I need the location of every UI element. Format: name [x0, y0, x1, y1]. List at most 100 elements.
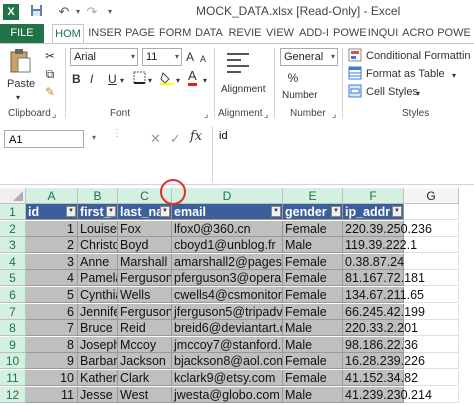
filter-dropdown-icon[interactable]: ▼ — [160, 206, 170, 217]
cell-first-name[interactable]: Bruce — [78, 320, 118, 337]
cell-gender[interactable]: Female — [283, 353, 343, 370]
column-header-d[interactable]: D — [172, 188, 283, 204]
redo-icon[interactable]: ↷ — [84, 4, 100, 20]
cell-id[interactable]: 10 — [26, 370, 78, 386]
cell-first-name[interactable]: Katherin — [78, 370, 118, 386]
cell-gender[interactable]: Female — [283, 287, 343, 303]
cell-ip-address[interactable]: 66.245.42.199 — [343, 303, 425, 320]
cell-gender[interactable]: Female — [283, 253, 343, 270]
cell-last-name[interactable]: Ferguson — [118, 303, 172, 320]
tab-page-layout[interactable]: PAGE — [124, 24, 156, 43]
row-header-3[interactable]: 3 — [0, 237, 26, 254]
paste-button[interactable]: Paste — [7, 76, 35, 92]
column-header-e[interactable]: E — [283, 188, 343, 204]
cell-first-name[interactable]: Barbar — [78, 353, 118, 370]
borders-dropdown-icon[interactable]: ▾ — [148, 73, 152, 89]
cell-gender[interactable]: Female — [283, 220, 343, 237]
alignment-launcher-icon[interactable]: ⌟ — [264, 106, 268, 122]
format-as-table-icon[interactable] — [348, 66, 362, 84]
row-header-8[interactable]: 8 — [0, 320, 26, 337]
cell-id[interactable]: 6 — [26, 303, 78, 320]
filter-dropdown-icon[interactable]: ▼ — [66, 206, 76, 217]
cell-ip-address[interactable]: 98.186.22.36 — [343, 336, 418, 353]
cell-ip-address[interactable]: 220.33.2.201 — [343, 320, 418, 337]
cancel-icon[interactable]: ✕ — [150, 131, 161, 147]
column-header-a[interactable]: A — [26, 188, 78, 204]
filter-dropdown-icon[interactable]: ▼ — [392, 206, 402, 217]
copy-icon[interactable]: ⧉ — [42, 66, 58, 82]
save-icon[interactable] — [28, 4, 44, 20]
row-header-7[interactable]: 7 — [0, 303, 26, 320]
cell-email[interactable]: cwells4@csmonitor — [172, 287, 283, 303]
format-as-table-button[interactable]: Format as Table — [366, 66, 445, 82]
cell-id[interactable]: 9 — [26, 353, 78, 370]
cell-email[interactable]: pferguson3@opera — [172, 270, 283, 287]
cell-email[interactable]: lfox0@360.cn — [172, 220, 283, 237]
cell-first-name[interactable]: Pamela — [78, 270, 118, 287]
cell-ip-address[interactable]: 134.67.211.65 — [343, 287, 424, 303]
cell-id[interactable]: 5 — [26, 287, 78, 303]
cell-first-name[interactable]: Joseph — [78, 336, 118, 353]
paste-dropdown-icon[interactable]: ▾ — [16, 90, 20, 106]
number-launcher-icon[interactable]: ⌟ — [332, 106, 336, 122]
cell-ip-address[interactable]: 41.152.34.82 — [343, 370, 418, 386]
font-launcher-icon[interactable]: ⌟ — [204, 106, 208, 122]
grow-font-button[interactable]: A — [186, 49, 194, 65]
cell-last-name[interactable]: Marshall — [118, 253, 172, 270]
row-header-5[interactable]: 5 — [0, 270, 26, 287]
tab-file[interactable]: FILE — [0, 24, 44, 43]
header-cell-first-name[interactable]: first_ ▼ — [78, 204, 118, 220]
header-cell-id[interactable]: id ▼ — [26, 204, 78, 220]
row-header-4[interactable]: 4 — [0, 253, 26, 270]
filter-dropdown-icon[interactable]: ▼ — [106, 206, 116, 217]
cell-ip-address[interactable]: 0.38.87.24 — [343, 253, 404, 270]
font-color-icon[interactable]: A — [188, 69, 197, 86]
fill-color-icon[interactable] — [160, 71, 174, 89]
column-header-b[interactable]: B — [78, 188, 118, 204]
bold-button[interactable]: B — [72, 71, 81, 87]
select-all-corner[interactable] — [0, 188, 26, 204]
clipboard-launcher-icon[interactable]: ⌟ — [52, 106, 56, 122]
cell-id[interactable]: 3 — [26, 253, 78, 270]
cell-gender[interactable]: Male — [283, 237, 343, 254]
number-button[interactable]: Number — [282, 88, 318, 104]
row-header-9[interactable]: 9 — [0, 336, 26, 353]
name-box[interactable]: A1 — [4, 130, 84, 148]
cell-last-name[interactable]: Clark — [118, 370, 172, 386]
cell-first-name[interactable]: Christo — [78, 237, 118, 254]
cell-gender[interactable]: Male — [283, 386, 343, 403]
row-header-10[interactable]: 10 — [0, 353, 26, 370]
enter-icon[interactable]: ✓ — [170, 131, 181, 147]
cell-id[interactable]: 1 — [26, 220, 78, 237]
cell-ip-address[interactable]: 220.39.250.236 — [343, 220, 432, 237]
conditional-formatting-button[interactable]: Conditional Formattin — [366, 48, 471, 64]
cell-gender[interactable]: Female — [283, 270, 343, 287]
cell-last-name[interactable]: Ferguson — [118, 270, 172, 287]
font-size-select[interactable]: 11 ▾ — [142, 48, 182, 66]
cell-last-name[interactable]: Mccoy — [118, 336, 172, 353]
cell-first-name[interactable]: Cynthia — [78, 287, 118, 303]
format-table-dropdown-icon[interactable]: ▾ — [452, 68, 456, 84]
cell-email[interactable]: cboyd1@unblog.fr — [172, 237, 283, 254]
italic-button[interactable]: I — [90, 71, 93, 87]
cell-id[interactable]: 7 — [26, 320, 78, 337]
tab-insert[interactable]: INSER — [88, 24, 122, 43]
cell-email[interactable]: jmccoy7@stanford. — [172, 336, 283, 353]
fill-color-dropdown-icon[interactable]: ▾ — [176, 73, 180, 89]
cell-gender[interactable]: Female — [283, 303, 343, 320]
row-header-12[interactable]: 12 — [0, 386, 26, 403]
cell-styles-icon[interactable] — [348, 84, 362, 102]
cell-styles-dropdown-icon[interactable]: ▾ — [416, 86, 420, 102]
cell-email[interactable]: jwesta@globo.com — [172, 386, 283, 403]
cell-empty[interactable] — [404, 204, 459, 220]
alignment-button[interactable]: Alignment — [221, 82, 265, 98]
percent-style-button[interactable]: % — [284, 70, 302, 86]
tab-power-pivot[interactable]: POWE — [333, 24, 367, 43]
cell-first-name[interactable]: Anne — [78, 253, 118, 270]
filter-dropdown-icon[interactable]: ▼ — [331, 206, 341, 217]
underline-dropdown-icon[interactable]: ▾ — [120, 73, 124, 89]
column-header-g[interactable]: G — [404, 188, 459, 204]
tab-view[interactable]: VIEW — [265, 24, 295, 43]
cell-empty[interactable] — [404, 253, 459, 270]
cell-gender[interactable]: Male — [283, 336, 343, 353]
